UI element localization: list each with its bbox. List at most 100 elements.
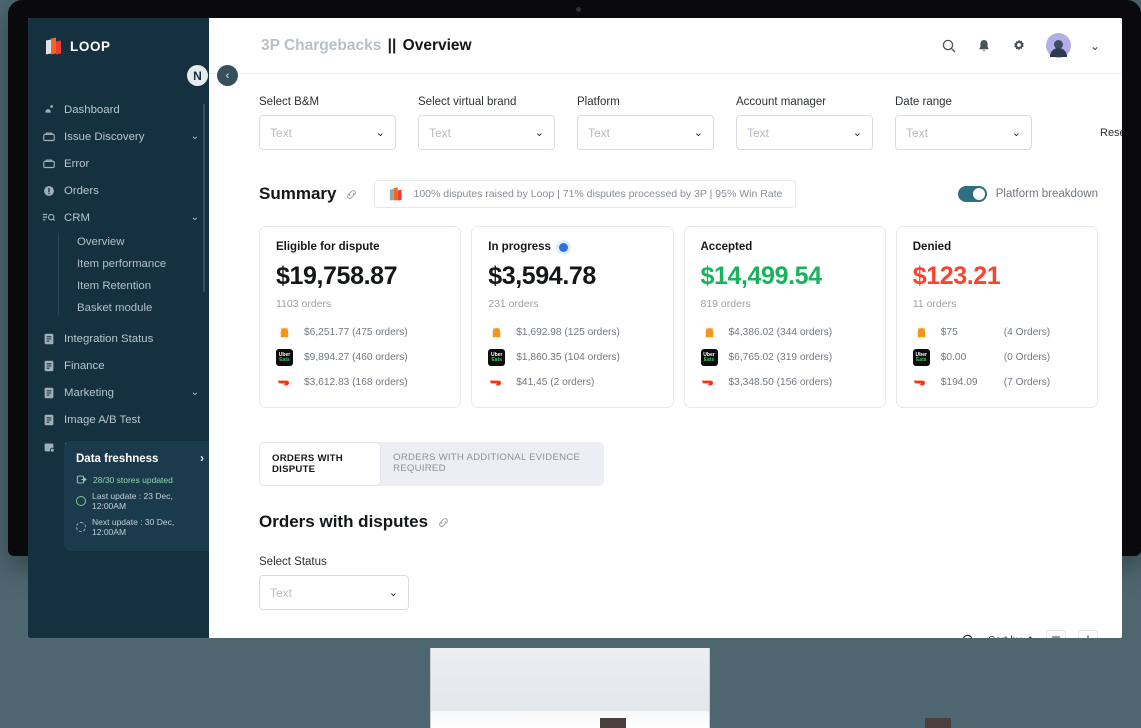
summary-card-in-progress[interactable]: In progress $3,594.78 231 orders $1,692.… [471, 226, 674, 408]
summary-header: Summary 100% disputes raised by Loop | 7… [259, 180, 1122, 208]
select-account-manager-input[interactable]: Text ⌄ [736, 115, 873, 150]
next-update-text: Next update : 30 Dec, 12:00AM [92, 517, 175, 537]
next-update-row: Next update : 30 Dec, 12:00AM [76, 517, 204, 537]
data-freshness-header: Data freshness › [76, 453, 204, 465]
avatar[interactable] [1045, 33, 1071, 58]
sidebar-item-error[interactable]: Error [28, 150, 209, 177]
brand-logo[interactable]: LOOP [28, 18, 209, 74]
platform-row: $1,692.98 (125 orders) [488, 324, 656, 341]
stores-updated-text: 28/30 stores updated [93, 474, 173, 485]
sidebar-item-image-ab-test[interactable]: Image A/B Test [28, 406, 209, 433]
download-icon [1087, 635, 1089, 638]
search-icon[interactable] [941, 38, 957, 54]
tab-orders-with-dispute[interactable]: ORDERS WITH DISPUTE [259, 442, 382, 486]
chevron-right-icon[interactable]: › [200, 453, 204, 465]
sidebar-item-label: Orders [64, 184, 99, 197]
table-toolbar: Sort by ⬍ [259, 630, 1098, 638]
summary-card-accepted[interactable]: Accepted $14,499.54 819 orders $4,386.02… [683, 226, 886, 408]
card-platform-list: $75 (4 Orders) Uber Eats $0.00 (0 Orders) [912, 324, 1081, 391]
select-status-input[interactable]: Text ⌄ [259, 575, 409, 610]
sidebar-item-basket-module[interactable]: Basket module [28, 297, 209, 319]
summary-card-denied[interactable]: Denied $123.21 11 orders $75 (4 Orders) … [895, 226, 1098, 408]
download-button[interactable] [1078, 630, 1098, 638]
search-icon[interactable] [961, 633, 976, 639]
webcam-icon [576, 7, 581, 12]
chevron-down-icon: ⌄ [375, 127, 385, 139]
select-platform-input[interactable]: Text ⌄ [577, 115, 714, 150]
sidebar-item-issue-discovery[interactable]: Issue Discovery ⌄ [28, 123, 209, 150]
orders-icon [44, 185, 54, 196]
topbar-actions: ⌄ [941, 33, 1100, 58]
sidebar-item-label: Dashboard [64, 103, 120, 116]
summary-title: Summary [259, 184, 337, 203]
sidebar-item-orders[interactable]: Orders [28, 177, 209, 204]
sidebar-item-finance[interactable]: Finance [28, 352, 209, 379]
summary-card-eligible[interactable]: Eligible for dispute $19,758.87 1103 ord… [259, 226, 462, 408]
platform-value: $75 [940, 327, 958, 338]
chevron-down-icon[interactable]: ⌄ [191, 131, 199, 142]
platform-row: $75 (4 Orders) [913, 324, 1081, 341]
card-platform-list: $6,251.77 (475 orders) Uber Eats $9,894.2… [276, 324, 444, 391]
sidebar-item-marketing[interactable]: Marketing ⌄ [28, 379, 209, 406]
sidebar: LOOP N Dashboard Issue Discovery ⌄ Error… [28, 18, 216, 638]
orders-section-title-row: Orders with disputes [259, 512, 1122, 532]
doc-icon [44, 360, 54, 371]
laptop-lid: LOOP N Dashboard Issue Discovery ⌄ Error… [8, 0, 1141, 638]
main-content: 3P Chargebacks || Overview ⌄ Select B&M … [209, 18, 1122, 638]
sidebar-item-item-performance[interactable]: Item performance [28, 253, 209, 275]
reset-filters-button[interactable]: Reset [1100, 127, 1122, 139]
status-dot-icon [558, 242, 568, 252]
sidebar-item-label: Image A/B Test [64, 413, 141, 426]
stores-updated-row: 28/30 stores updated [76, 474, 204, 485]
filter-button[interactable] [1046, 630, 1066, 638]
workspace-avatar[interactable]: N [187, 65, 208, 86]
sidebar-item-item-retention[interactable]: Item Retention [28, 275, 209, 297]
filter-select-virtual-brand: Select virtual brand Text ⌄ [418, 96, 555, 150]
placeholder: Text [270, 125, 293, 140]
chevron-down-icon[interactable]: ⌄ [191, 387, 199, 398]
sidebar-collapse-button[interactable]: ‹ [217, 65, 238, 86]
platform-row: Uber Eats $0.00 (0 Orders) [912, 349, 1081, 366]
sort-by-button[interactable]: Sort by ⬍ [988, 634, 1034, 638]
sidebar-item-dashboard[interactable]: Dashboard [28, 96, 209, 123]
select-date-range-input[interactable]: Text ⌄ [895, 115, 1032, 150]
breadcrumb-parent[interactable]: 3P Chargebacks [261, 37, 381, 54]
platform-value: $3,348.50 (156 orders) [728, 377, 833, 388]
ubereats-icon: Uber Eats [912, 349, 930, 366]
sidebar-item-crm[interactable]: CRM ⌄ [28, 204, 209, 231]
sort-by-label: Sort by [988, 634, 1021, 638]
last-update-row: Last update : 23 Dec, 12:00AM [76, 491, 204, 511]
link-icon[interactable] [345, 188, 358, 201]
crm-icon [42, 213, 56, 221]
sidebar-item-overview[interactable]: Overview [28, 231, 209, 253]
chevron-down-icon: ⌄ [693, 127, 703, 139]
chevron-down-icon: ⌄ [388, 587, 398, 599]
breadcrumb: 3P Chargebacks || Overview [261, 37, 472, 55]
chevron-down-icon[interactable]: ⌄ [191, 212, 199, 223]
platform-row: Uber Eats $6,765.02 (319 orders) [700, 349, 869, 366]
bell-icon[interactable] [976, 38, 992, 54]
sidebar-item-label: CRM [64, 211, 90, 224]
doc-icon [44, 333, 54, 344]
gear-icon[interactable] [1011, 38, 1027, 54]
platform-breakdown-toggle[interactable] [957, 186, 987, 202]
clock-icon [76, 496, 86, 506]
card-title-row: In progress [488, 241, 656, 253]
data-freshness-panel[interactable]: Data freshness › 28/30 stores updated La… [64, 441, 216, 551]
select-virtual-brand-input[interactable]: Text ⌄ [418, 115, 555, 150]
filter-label: Select B&M [259, 96, 320, 108]
tab-orders-additional-evidence[interactable]: ORDERS WITH ADDITIONAL EVIDENCE REQUIRED [381, 442, 604, 486]
chevron-down-icon[interactable]: ⌄ [1090, 39, 1100, 53]
filter-select-bm: Select B&M Text ⌄ [259, 96, 396, 150]
store-icon [44, 443, 55, 453]
summary-cards: Eligible for dispute $19,758.87 1103 ord… [259, 226, 1098, 408]
filter-icon [1051, 636, 1061, 638]
sidebar-item-label: Error [64, 157, 90, 170]
select-bm-input[interactable]: Text ⌄ [259, 115, 396, 150]
link-icon[interactable] [437, 516, 450, 529]
ubereats-icon: Uber Eats [488, 349, 506, 366]
sidebar-item-integration-status[interactable]: Integration Status [28, 325, 209, 352]
platform-row: $4,386.02 (344 orders) [701, 324, 869, 341]
summary-badge-text: 100% disputes raised by Loop | 71% dispu… [413, 188, 783, 200]
status-filter: Select Status Text ⌄ [259, 556, 1122, 610]
